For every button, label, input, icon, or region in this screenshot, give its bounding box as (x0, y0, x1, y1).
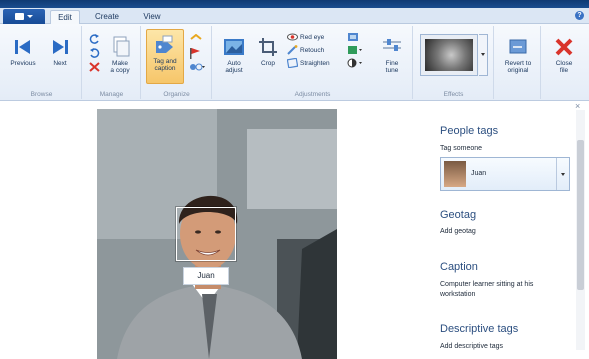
tab-view[interactable]: View (137, 10, 167, 24)
app-menu-button[interactable] (3, 9, 45, 24)
browse-group: Previous Next Browse (2, 26, 82, 99)
revert-label-2: original (507, 67, 529, 74)
content-area: Juan People tags Tag someone Juan Geotag… (0, 101, 589, 359)
next-button[interactable]: Next (44, 36, 76, 67)
flag-icon[interactable] (189, 48, 201, 61)
manage-group-label: Manage (99, 91, 124, 98)
revert-to-original-button[interactable]: Revert to original (498, 36, 538, 74)
people-tag-dropdown[interactable]: Juan (440, 157, 570, 191)
person-thumbnail (444, 161, 466, 187)
sliders-icon (381, 36, 403, 58)
retouch-label: Retouch (300, 46, 325, 54)
red-eye-label: Red eye (300, 33, 325, 41)
tag-caption-label-1: Tag and (153, 58, 177, 65)
fine-tune-label-1: Fine (385, 60, 399, 67)
crop-button[interactable]: Crop (253, 36, 283, 67)
tab-create[interactable]: Create (90, 10, 124, 24)
previous-icon (12, 36, 34, 58)
caption-heading: Caption (440, 261, 478, 273)
effects-group-label: Effects (443, 91, 464, 98)
crop-label: Crop (260, 60, 276, 67)
face-tag-box[interactable] (176, 207, 236, 261)
chevron-down-icon (481, 53, 485, 56)
auto-adjust-label-1: Auto (227, 60, 241, 67)
info-pane: People tags Tag someone Juan Geotag Add … (431, 101, 589, 359)
adjustments-group-label: Adjustments (294, 91, 331, 98)
ribbon-tab-row: Edit Create View ? (0, 8, 589, 24)
auto-adjust-label-2: adjust (225, 67, 243, 74)
adjustments-group: Auto adjust Crop Red eye Retouch Straigh… (213, 26, 413, 99)
red-eye-icon (287, 32, 298, 42)
auto-adjust-icon (223, 36, 245, 58)
revert-icon (507, 36, 529, 58)
browse-group-label: Browse (30, 91, 53, 98)
make-copy-label-2: a copy (110, 67, 130, 74)
geotag-heading: Geotag (440, 209, 477, 221)
copy-icon (109, 36, 131, 58)
close-label-2: file (559, 67, 569, 74)
organize-group: Tag and caption Organize (142, 26, 212, 99)
scrollbar-thumb[interactable] (577, 140, 584, 290)
next-label: Next (53, 60, 67, 67)
chevron-down-icon (27, 15, 33, 18)
person-name: Juan (471, 170, 487, 177)
close-file-button[interactable]: Close file (547, 36, 581, 74)
photo-viewer: Juan (97, 109, 337, 359)
tag-caption-label-2: caption (154, 65, 176, 72)
retouch-icon (287, 45, 298, 55)
previous-label: Previous (10, 60, 36, 67)
previous-button[interactable]: Previous (6, 36, 40, 67)
pane-scrollbar[interactable] (576, 110, 585, 350)
people-icon[interactable] (189, 62, 205, 74)
straighten-icon (287, 58, 298, 68)
tag-icon (154, 34, 176, 56)
effects-gallery[interactable] (420, 34, 478, 76)
add-descriptive-tags-link[interactable]: Add descriptive tags (440, 343, 503, 350)
color-icon[interactable] (347, 45, 363, 57)
make-copy-label-1: Make (112, 60, 128, 67)
face-tag-label[interactable]: Juan (183, 267, 229, 285)
caption-text-line-2[interactable]: workstation (440, 291, 475, 298)
help-icon[interactable]: ? (575, 11, 584, 20)
straighten-label: Straighten (300, 59, 330, 67)
favorite-icon[interactable] (189, 33, 203, 46)
title-bar (0, 0, 589, 8)
make-copy-button[interactable]: Make a copy (103, 36, 137, 74)
next-icon (49, 36, 71, 58)
exposure-icon[interactable] (347, 32, 359, 44)
tag-someone-link[interactable]: Tag someone (440, 145, 482, 152)
effects-group: Effects (414, 26, 494, 99)
chevron-down-icon (561, 172, 565, 176)
fine-tune-button[interactable]: Fine tune (375, 36, 409, 74)
descriptive-tags-heading: Descriptive tags (440, 323, 519, 335)
tag-and-caption-button[interactable]: Tag and caption (146, 29, 184, 84)
close-icon (553, 36, 575, 58)
close-label-1: Close (555, 60, 573, 67)
effect-thumbnail[interactable] (425, 39, 473, 71)
manage-group: Make a copy Manage (83, 26, 141, 99)
organize-group-label: Organize (163, 91, 190, 98)
caption-text-line-1[interactable]: Computer learner sitting at his (440, 281, 533, 288)
fine-tune-label-2: tune (385, 67, 399, 74)
dropdown-arrow[interactable] (556, 158, 569, 190)
revert-group: Revert to original (495, 26, 541, 99)
rotate-right-icon[interactable] (89, 48, 100, 60)
tab-edit[interactable]: Edit (50, 10, 80, 24)
add-geotag-link[interactable]: Add geotag (440, 228, 476, 235)
retouch-button[interactable]: Retouch (287, 45, 324, 55)
rotate-left-icon[interactable] (89, 34, 100, 46)
people-tags-heading: People tags (440, 125, 499, 137)
close-group: Close file (542, 26, 588, 99)
app-menu-icon (15, 13, 24, 20)
contrast-icon[interactable] (347, 58, 363, 70)
revert-label-1: Revert to (504, 60, 532, 67)
red-eye-button[interactable]: Red eye (287, 32, 324, 42)
effects-more-button[interactable] (479, 34, 488, 76)
crop-icon (257, 36, 279, 58)
ribbon: Previous Next Browse Make a copy Manage (0, 24, 589, 101)
auto-adjust-button[interactable]: Auto adjust (217, 36, 251, 74)
delete-icon[interactable] (89, 62, 100, 74)
straighten-button[interactable]: Straighten (287, 58, 330, 68)
